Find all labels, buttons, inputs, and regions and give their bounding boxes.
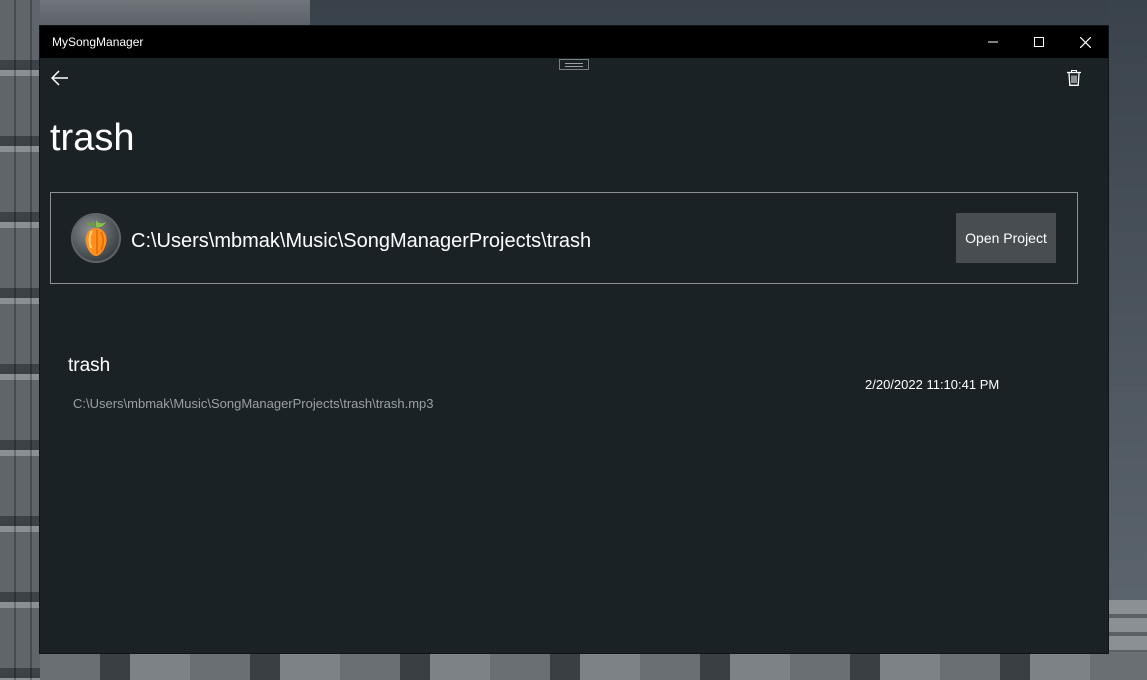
building-bottom [40, 652, 1147, 680]
maximize-icon [1034, 37, 1044, 47]
close-icon [1079, 36, 1091, 48]
list-item[interactable]: trash C:\Users\mbmak\Music\SongManagerPr… [60, 346, 1060, 416]
project-card: C:\Users\mbmak\Music\SongManagerProjects… [50, 192, 1078, 284]
minimize-button[interactable] [970, 26, 1016, 58]
project-path: C:\Users\mbmak\Music\SongManagerProjects… [131, 230, 592, 252]
close-button[interactable] [1062, 26, 1108, 58]
song-name: trash [68, 355, 111, 376]
sky-right [1108, 0, 1147, 600]
fl-studio-logo-icon [71, 213, 121, 263]
back-button[interactable] [48, 66, 72, 90]
building-wall-left [0, 0, 40, 680]
window-title: MySongManager [52, 35, 144, 49]
drag-handle[interactable] [559, 59, 589, 70]
song-date: 2/20/2022 11:10:41 PM [865, 377, 1000, 392]
building-top [40, 0, 310, 26]
app-window: MySongManager trash C:\Users\mbmak\Music… [40, 26, 1108, 653]
title-bar[interactable]: MySongManager [40, 26, 1108, 58]
delete-button[interactable] [1064, 66, 1084, 90]
back-arrow-icon [51, 70, 68, 86]
fruit-icon [85, 220, 107, 256]
open-project-button[interactable]: Open Project [956, 213, 1056, 263]
minimize-icon [988, 41, 998, 43]
trash-can-icon [1067, 70, 1081, 86]
page-title: trash [50, 117, 135, 159]
maximize-button[interactable] [1016, 26, 1062, 58]
song-path: C:\Users\mbmak\Music\SongManagerProjects… [73, 396, 434, 411]
